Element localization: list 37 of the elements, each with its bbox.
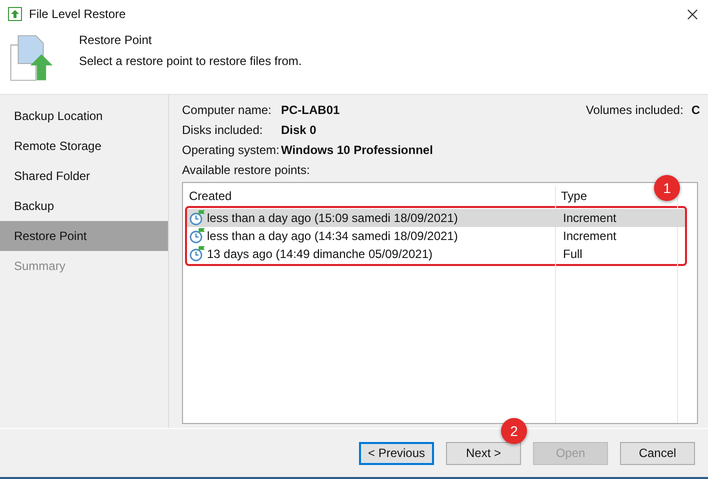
clock-flag-icon	[189, 228, 205, 244]
sidebar-item[interactable]: Remote Storage	[0, 131, 168, 161]
sidebar-item[interactable]: Restore Point	[0, 221, 168, 251]
sidebar-item[interactable]: Backup	[0, 191, 168, 221]
clock-flag-icon	[189, 210, 205, 226]
field-label: Computer name:	[182, 103, 272, 117]
window-title: File Level Restore	[29, 7, 127, 21]
created-cell-text: less than a day ago (15:09 samedi 18/09/2021)	[207, 211, 459, 225]
restore-point-row[interactable]: less than a day ago (15:09 samedi 18/09/2021) Increment	[187, 209, 685, 227]
disks-value: Disk 0	[281, 123, 316, 137]
wizard-button[interactable]: Cancel	[620, 442, 695, 464]
computer-name: PC-LAB01	[281, 103, 340, 117]
close-icon[interactable]	[687, 8, 698, 20]
app-icon	[8, 7, 22, 21]
os-value: Windows 10 Professionnel	[281, 143, 433, 157]
step-badge: 1	[654, 175, 680, 201]
sidebar-item[interactable]: Backup Location	[0, 101, 168, 131]
step-description: Select a restore point to restore files from.	[79, 54, 302, 68]
sidebar-item[interactable]: Shared Folder	[0, 161, 168, 191]
field-label: Volumes included:	[586, 103, 684, 117]
column-header[interactable]: Created	[189, 187, 561, 205]
volumes-value: C	[691, 103, 700, 117]
step-title: Restore Point	[79, 33, 153, 47]
restore-point-row[interactable]: less than a day ago (14:34 samedi 18/09/2021) Increment	[187, 227, 685, 245]
type-cell-text: Increment	[563, 229, 618, 243]
list-label: Available restore points:	[182, 163, 310, 177]
wizard-button[interactable]: < Previous	[359, 442, 434, 464]
wizard-button[interactable]: Next >	[446, 442, 521, 464]
type-cell-text: Increment	[563, 211, 618, 225]
field-label: Operating system:	[182, 143, 280, 157]
type-cell-text: Full	[563, 247, 584, 261]
clock-flag-icon	[189, 246, 205, 262]
restore-point-row[interactable]: 13 days ago (14:49 dimanche 05/09/2021) Full	[187, 245, 685, 263]
created-cell-text: less than a day ago (14:34 samedi 18/09/2021)	[207, 229, 459, 243]
field-label: Disks included:	[182, 123, 264, 137]
created-cell-text: 13 days ago (14:49 dimanche 05/09/2021)	[207, 247, 434, 261]
column-header[interactable]: Type	[561, 187, 651, 205]
